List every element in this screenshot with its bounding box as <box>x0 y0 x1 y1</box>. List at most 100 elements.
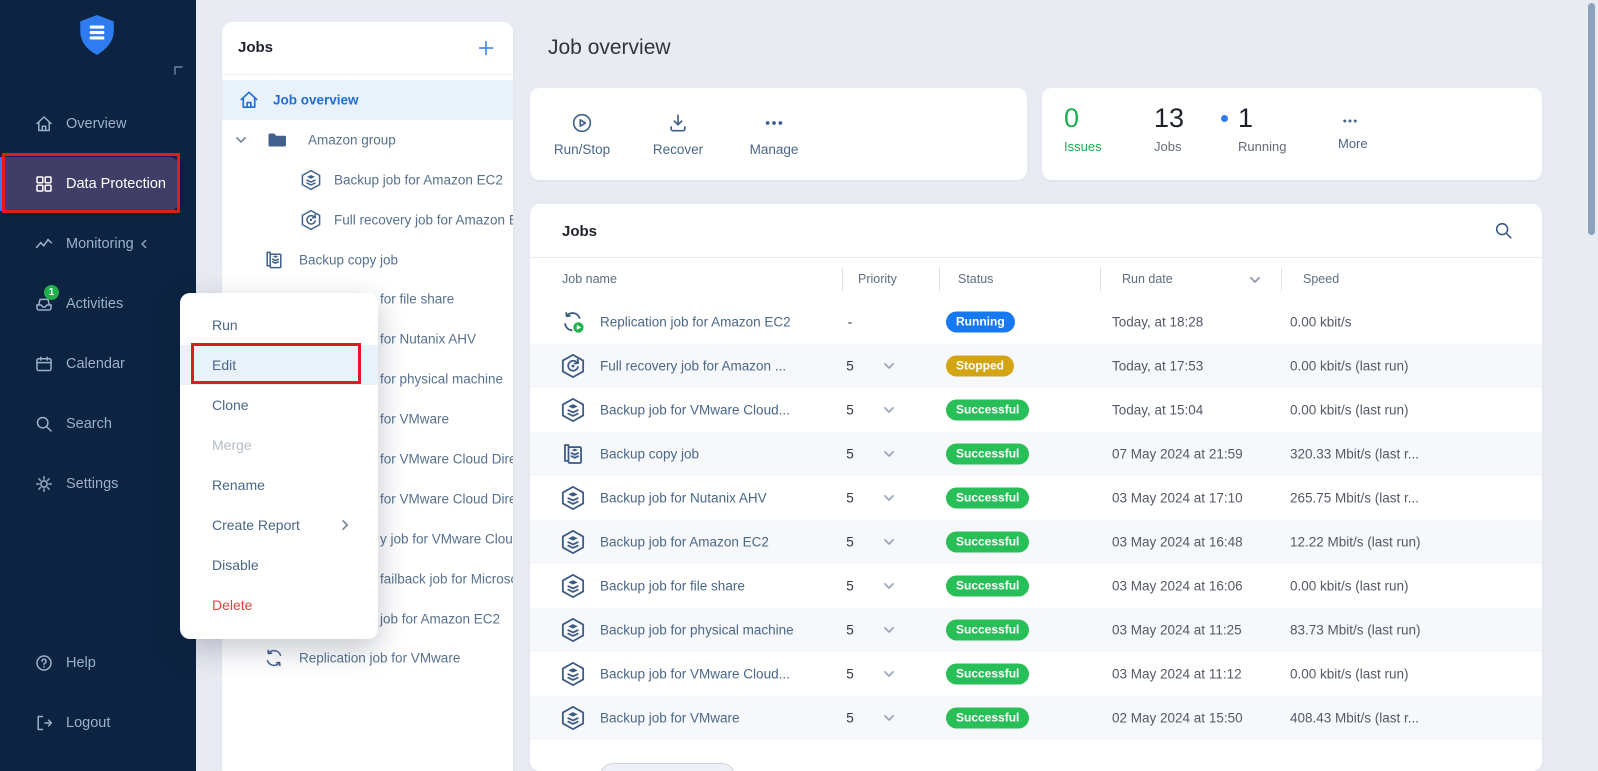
table-row-backup-job-for-vmware[interactable]: Backup job for VMware 5 Successful 02 Ma… <box>530 696 1542 740</box>
menu-item-merge[interactable]: Merge <box>180 425 378 465</box>
status-badge: Successful <box>946 532 1029 553</box>
sidebar-item-help[interactable]: Help <box>0 633 196 693</box>
menu-item-run[interactable]: Run <box>180 305 378 345</box>
menu-item-rename[interactable]: Rename <box>180 465 378 505</box>
tree-item-full-recovery-job-for-amazon-e[interactable]: Full recovery job for Amazon E <box>222 200 513 240</box>
stat-more[interactable]: More <box>1338 112 1368 151</box>
sidebar-item-overview[interactable]: Overview <box>0 94 196 154</box>
tree-item-label: for file share <box>380 292 454 307</box>
jobs-panel-title: Jobs <box>238 39 273 56</box>
logout-icon <box>34 713 54 733</box>
table-row-backup-copy-job[interactable]: Backup copy job 5 Successful 07 May 2024… <box>530 432 1542 476</box>
menu-item-delete[interactable]: Delete <box>180 585 378 625</box>
tree-item-label: y job for VMware Cloud <box>380 531 513 546</box>
sidebar-item-activities[interactable]: 1 Activities <box>0 274 196 334</box>
priority-dropdown-icon[interactable] <box>882 359 896 373</box>
menu-item-disable[interactable]: Disable <box>180 545 378 585</box>
tree-item-label: Full recovery job for Amazon E <box>334 212 513 227</box>
chevron-right-icon <box>338 518 352 532</box>
sidebar-item-search[interactable]: Search <box>0 394 196 454</box>
action-button-recover[interactable]: Recover <box>642 112 714 157</box>
status-badge: Successful <box>946 620 1029 641</box>
sidebar-item-settings[interactable]: Settings <box>0 454 196 514</box>
download-icon <box>667 112 689 134</box>
column-header-priority[interactable]: Priority <box>858 272 897 286</box>
jobs-table-header: Jobs <box>530 204 1542 258</box>
stat-label: Issues <box>1064 139 1102 154</box>
sidebar-item-data-protection[interactable]: Data Protection <box>0 157 179 211</box>
table-row-backup-job-for-amazon-ec2[interactable]: Backup job for Amazon EC2 5 Successful 0… <box>530 520 1542 564</box>
backup-icon <box>560 529 586 555</box>
action-button-manage[interactable]: Manage <box>738 112 810 157</box>
backup-icon <box>560 485 586 511</box>
speed-value: 0.00 kbit/s <box>1290 315 1352 330</box>
job-name: Backup job for Amazon EC2 <box>600 535 769 550</box>
grid-icon <box>34 174 54 194</box>
menu-item-edit[interactable]: Edit <box>180 345 378 385</box>
priority-value: 5 <box>830 623 870 638</box>
sidebar-item-calendar[interactable]: Calendar <box>0 334 196 394</box>
table-row-backup-job-for-vmware-cloud[interactable]: Backup job for VMware Cloud... 5 Success… <box>530 652 1542 696</box>
table-row-backup-job-for-nutanix-ahv[interactable]: Backup job for Nutanix AHV 5 Successful … <box>530 476 1542 520</box>
sidebar-item-label: Help <box>66 655 96 671</box>
priority-dropdown-icon[interactable] <box>882 667 896 681</box>
priority-dropdown-icon[interactable] <box>882 403 896 417</box>
priority-dropdown-icon[interactable] <box>882 447 896 461</box>
tree-item-backup-copy-job[interactable]: Backup copy job <box>222 240 513 280</box>
tree-item-amazon-group[interactable]: Amazon group <box>222 120 513 160</box>
priority-dropdown-icon[interactable] <box>882 623 896 637</box>
calendar-icon <box>34 354 54 374</box>
chevron-left-icon[interactable] <box>138 238 150 250</box>
stat-issues[interactable]: 0 Issues <box>1064 102 1102 154</box>
tree-item-label: Backup job for Amazon EC2 <box>334 172 503 187</box>
speed-value: 320.33 Mbit/s (last r... <box>1290 447 1419 462</box>
collapse-sidebar-icon[interactable] <box>172 64 184 76</box>
priority-value: 5 <box>830 579 870 594</box>
column-header-run-date[interactable]: Run date <box>1122 272 1173 286</box>
help-icon <box>34 653 54 673</box>
stat-running[interactable]: 1 Running <box>1238 102 1286 154</box>
menu-item-clone[interactable]: Clone <box>180 385 378 425</box>
tree-item-replication-job-for-vmware[interactable]: Replication job for VMware <box>222 638 513 678</box>
status-badge: Successful <box>946 444 1029 465</box>
priority-dropdown-icon[interactable] <box>882 579 896 593</box>
priority-dropdown-icon[interactable] <box>882 535 896 549</box>
tree-item-job-overview[interactable]: Job overview <box>222 80 513 120</box>
job-name: Backup job for VMware Cloud... <box>600 403 790 418</box>
sidebar-item-monitoring[interactable]: Monitoring <box>0 214 196 274</box>
stat-label: Running <box>1238 139 1286 154</box>
column-header-speed[interactable]: Speed <box>1303 272 1339 286</box>
app-root: Overview Data Protection Monitoring 1 Ac… <box>0 0 1598 771</box>
priority-dropdown-icon[interactable] <box>882 711 896 725</box>
status-badge: Successful <box>946 576 1029 597</box>
stat-value: 0 <box>1064 102 1102 134</box>
stat-jobs[interactable]: 13 Jobs <box>1154 102 1184 154</box>
column-header-status[interactable]: Status <box>958 272 993 286</box>
table-row-full-recovery-job-for-amazon[interactable]: Full recovery job for Amazon ... 5 Stopp… <box>530 344 1542 388</box>
run-date: Today, at 18:28 <box>1112 315 1203 330</box>
table-row-backup-job-for-file-share[interactable]: Backup job for file share 5 Successful 0… <box>530 564 1542 608</box>
sort-descending-icon[interactable] <box>1248 273 1262 287</box>
sidebar-footer-nav: Help Logout <box>0 633 196 753</box>
chevron-down-icon[interactable] <box>234 133 248 147</box>
recovery-icon <box>300 209 322 231</box>
tree-item-label: Replication job for VMware <box>299 651 460 666</box>
ellipsis-icon <box>763 112 785 134</box>
menu-item-create-report[interactable]: Create Report <box>180 505 378 545</box>
priority-dropdown-icon[interactable] <box>882 491 896 505</box>
speed-value: 265.75 Mbit/s (last r... <box>1290 491 1419 506</box>
action-button-run-stop[interactable]: Run/Stop <box>546 112 618 157</box>
sidebar-item-logout[interactable]: Logout <box>0 693 196 753</box>
tree-item-backup-job-for-amazon-ec2[interactable]: Backup job for Amazon EC2 <box>222 160 513 200</box>
table-row-replication-job-for-amazon-ec2[interactable]: Replication job for Amazon EC2 - Running… <box>530 300 1542 344</box>
table-row-backup-job-for-physical-machine[interactable]: Backup job for physical machine 5 Succes… <box>530 608 1542 652</box>
load-more-button[interactable] <box>600 763 735 771</box>
search-icon[interactable] <box>1493 220 1514 241</box>
column-header-job-name[interactable]: Job name <box>562 272 617 286</box>
menu-item-label: Clone <box>212 397 249 413</box>
speed-value: 408.43 Mbit/s (last r... <box>1290 711 1419 726</box>
scrollbar[interactable] <box>1588 3 1595 235</box>
add-job-button[interactable] <box>471 33 501 63</box>
speed-value: 0.00 kbit/s (last run) <box>1290 359 1409 374</box>
table-row-backup-job-for-vmware-cloud[interactable]: Backup job for VMware Cloud... 5 Success… <box>530 388 1542 432</box>
